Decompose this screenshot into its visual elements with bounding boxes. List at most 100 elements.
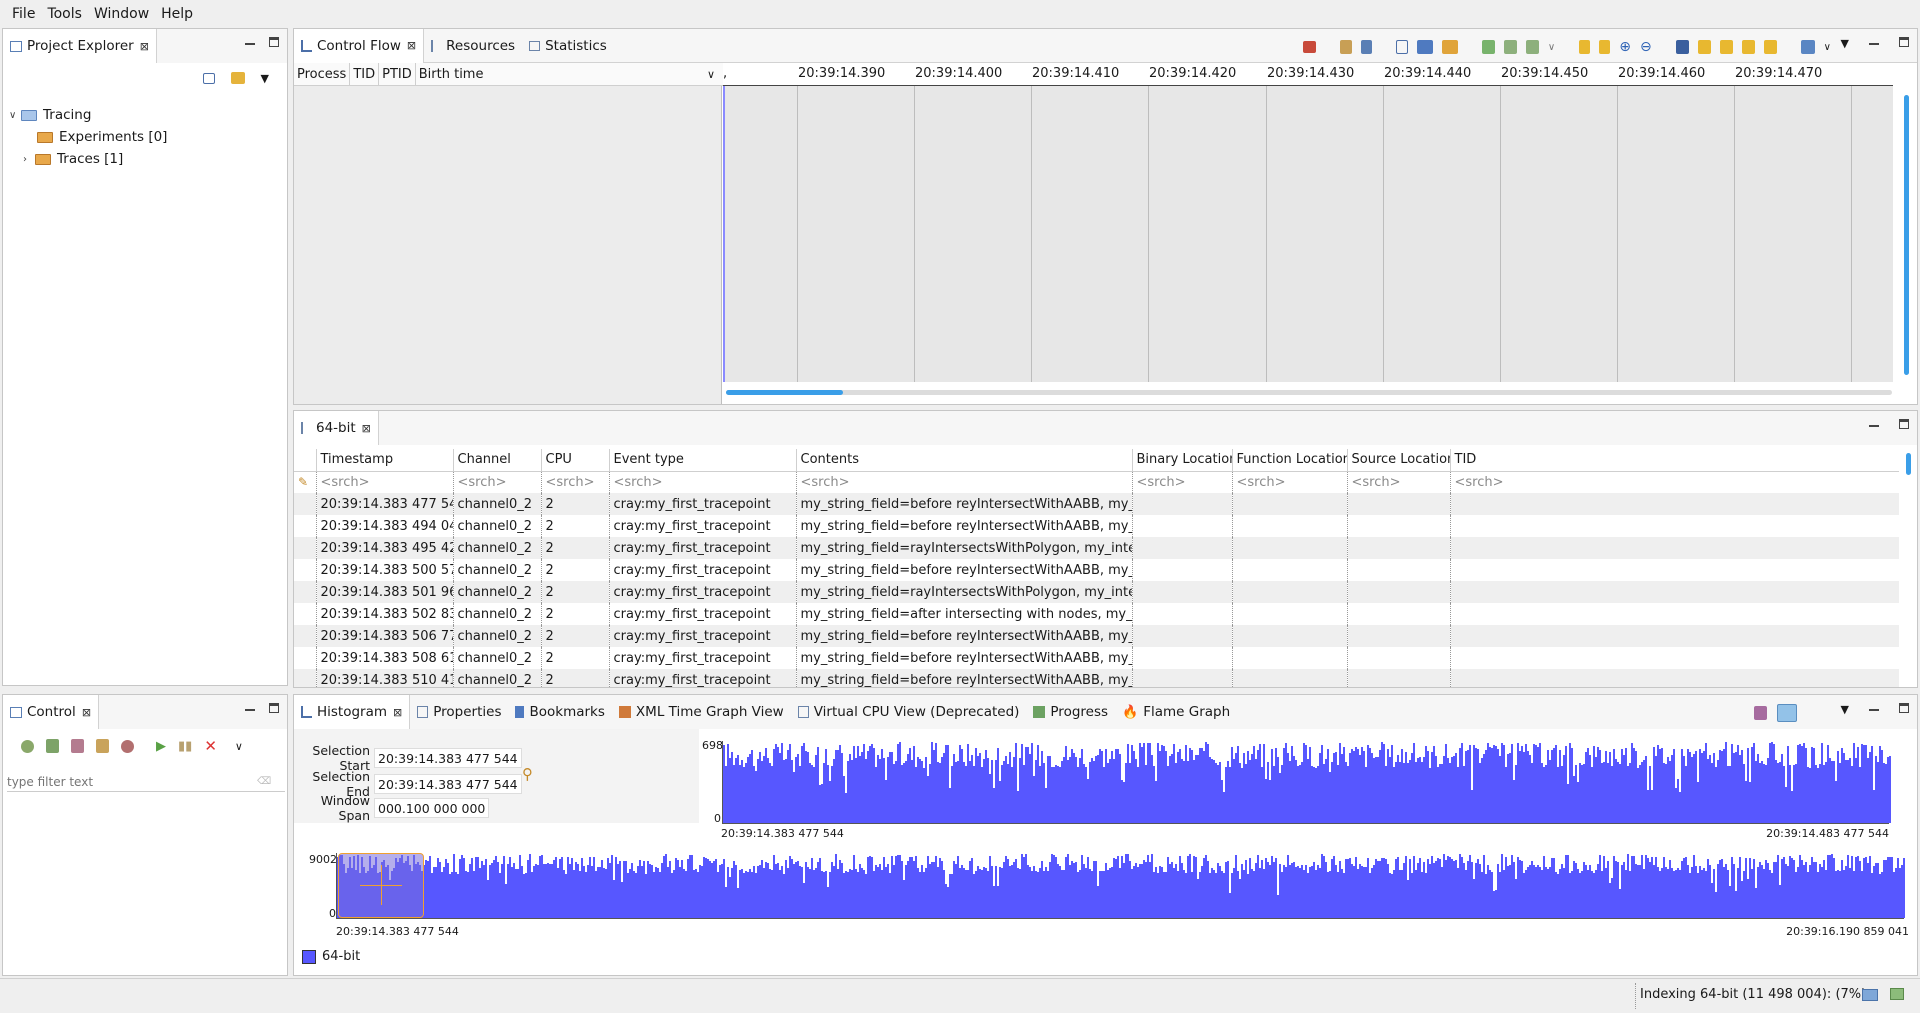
table-row[interactable]: 20:39:14.383 508 61 channel0_2 2 cray:my_fi…	[294, 647, 1899, 669]
previous-bookmark-icon[interactable]	[1503, 40, 1517, 54]
link-icon[interactable]: ⚲	[522, 765, 533, 783]
search-cell[interactable]: <srch>	[316, 471, 454, 493]
tab-resources[interactable]: Resources	[424, 29, 522, 63]
chevron-down-icon[interactable]: ∨	[704, 63, 723, 86]
tab-64-bit[interactable]: 64-bit ⊠	[294, 411, 379, 445]
vertical-scroll-thumb[interactable]	[1904, 95, 1909, 375]
minimize-icon[interactable]	[1869, 703, 1879, 711]
search-cell[interactable]: <srch>	[609, 471, 797, 493]
column-event-type[interactable]: Event type	[609, 449, 797, 472]
horizontal-scroll-thumb[interactable]	[726, 390, 843, 395]
time-graph-area[interactable]	[723, 86, 1893, 382]
search-cell[interactable]: <srch>	[1232, 471, 1348, 493]
follow-arrow-back-icon[interactable]	[1697, 40, 1711, 54]
zoom-out-icon[interactable]: ⊖	[1640, 39, 1652, 55]
tab-flame-graph[interactable]: 🔥 Flame Graph	[1115, 695, 1237, 729]
filter-input[interactable]	[7, 774, 257, 789]
view-menu-icon[interactable]: ▼	[261, 72, 269, 85]
tab-bookmarks[interactable]: Bookmarks	[508, 695, 611, 729]
create-session-icon[interactable]	[46, 739, 59, 753]
background-tasks-icon[interactable]	[1890, 988, 1904, 1000]
vertical-scroll-thumb[interactable]	[1906, 453, 1911, 475]
full-trace-histogram[interactable]	[336, 853, 1905, 919]
tree-item-experiments[interactable]: Experiments [0]	[9, 126, 167, 148]
chevron-down-icon[interactable]: ∨	[235, 740, 243, 753]
minimize-icon[interactable]	[245, 703, 255, 711]
column-timestamp[interactable]: Timestamp	[316, 449, 454, 472]
column-tid[interactable]: TID	[1450, 449, 1899, 472]
import-icon[interactable]	[121, 739, 134, 753]
column-ptid[interactable]: PTID	[379, 62, 416, 86]
tab-virtual-cpu[interactable]: Virtual CPU View (Deprecated)	[791, 695, 1027, 729]
tree-item-tracing[interactable]: ∨ Tracing	[9, 104, 167, 126]
follow-cpu-fwd-icon[interactable]	[1763, 40, 1777, 54]
menu-help[interactable]: Help	[155, 6, 199, 22]
follow-cpu-back-icon[interactable]	[1741, 40, 1755, 54]
search-cell[interactable]: <srch>	[1132, 471, 1233, 493]
previous-item-icon[interactable]	[1579, 40, 1591, 54]
activate-trace-icon[interactable]	[1777, 704, 1797, 722]
table-row[interactable]: 20:39:14.383 494 04 channel0_2 2 cray:my_fi…	[294, 515, 1899, 537]
view-menu-icon[interactable]: ▼	[1841, 37, 1849, 50]
search-cell[interactable]: <srch>	[453, 471, 542, 493]
search-cell[interactable]: <srch>	[541, 471, 610, 493]
tab-control[interactable]: Control ⊠	[3, 695, 100, 729]
table-row[interactable]: 20:39:14.383 502 83 channel0_2 2 cray:my_fi…	[294, 603, 1899, 625]
selection-start-field[interactable]: 20:39:14.383 477 544	[374, 748, 522, 768]
table-row[interactable]: 20:39:14.383 501 96 channel0_2 2 cray:my_fi…	[294, 581, 1899, 603]
minimize-icon[interactable]	[1869, 419, 1879, 427]
clear-icon[interactable]: ⌫	[257, 776, 271, 787]
home-icon[interactable]	[1395, 40, 1408, 54]
chevron-down-icon[interactable]: ∨	[1824, 42, 1831, 53]
follow-arrow-fwd-icon[interactable]	[1719, 40, 1733, 54]
maximize-icon[interactable]	[1899, 37, 1909, 47]
chevron-down-icon[interactable]: ∨	[1548, 42, 1555, 53]
next-item-icon[interactable]	[1599, 40, 1611, 54]
filter-icon[interactable]	[1360, 40, 1372, 54]
menu-file[interactable]: File	[6, 6, 41, 22]
column-binary-location[interactable]: Binary Location	[1132, 449, 1233, 472]
add-bookmark-icon[interactable]	[1481, 40, 1495, 54]
close-icon[interactable]: ⊠	[140, 40, 149, 53]
table-row[interactable]: 20:39:14.383 506 77 channel0_2 2 cray:my_fi…	[294, 625, 1899, 647]
show-legend-icon[interactable]	[1339, 40, 1352, 54]
column-channel[interactable]: Channel	[453, 449, 542, 472]
search-cell[interactable]: <srch>	[1450, 471, 1899, 493]
maximize-icon[interactable]	[1899, 703, 1909, 713]
stop-icon[interactable]: ▮▮	[178, 739, 192, 754]
next-bookmark-icon[interactable]	[1525, 40, 1539, 54]
window-span-field[interactable]: 000.100 000 000	[374, 798, 490, 818]
column-process[interactable]: Process	[294, 62, 351, 86]
minimize-icon[interactable]	[245, 37, 255, 45]
column-tid[interactable]: TID	[350, 62, 380, 86]
column-birth-time[interactable]: Birth time	[416, 63, 704, 86]
maximize-icon[interactable]	[1899, 419, 1909, 429]
previous-event-icon[interactable]	[1416, 40, 1433, 54]
tree-item-traces[interactable]: › Traces [1]	[9, 148, 167, 170]
time-axis[interactable]: , 20:39:14.390 20:39:14.400 20:39:14.410…	[723, 63, 1893, 86]
minimize-icon[interactable]	[1869, 37, 1879, 45]
search-cell[interactable]: <srch>	[1347, 471, 1451, 493]
maximize-icon[interactable]	[269, 703, 279, 713]
table-row[interactable]: 20:39:14.383 495 42 channel0_2 2 cray:my_fi…	[294, 537, 1899, 559]
close-icon[interactable]: ⊠	[407, 39, 416, 52]
column-cpu[interactable]: CPU	[541, 449, 610, 472]
close-icon[interactable]: ⊠	[393, 706, 402, 719]
refresh-icon[interactable]	[96, 739, 109, 753]
tab-progress[interactable]: Progress	[1026, 695, 1115, 729]
column-contents[interactable]: Contents	[796, 449, 1133, 472]
column-source-location[interactable]: Source Location	[1347, 449, 1451, 472]
close-icon[interactable]: ⊠	[362, 422, 371, 435]
menu-window[interactable]: Window	[88, 6, 155, 22]
time-range-histogram[interactable]	[722, 741, 1891, 824]
next-event-icon[interactable]	[1441, 40, 1458, 54]
search-cell[interactable]: <srch>	[796, 471, 1133, 493]
selection-end-field[interactable]: 20:39:14.383 477 544	[374, 774, 522, 794]
zoom-in-icon[interactable]: ⊕	[1619, 39, 1631, 55]
enable-event-icon[interactable]	[71, 739, 84, 753]
table-row[interactable]: 20:39:14.383 477 544 channel0_2 2 cray:my_f…	[294, 493, 1899, 515]
pin-view-icon[interactable]	[1800, 40, 1815, 54]
tab-xml-time-graph[interactable]: XML Time Graph View	[612, 695, 791, 729]
optimize-icon[interactable]	[1302, 41, 1316, 53]
horizontal-scrollbar[interactable]	[726, 390, 1892, 395]
